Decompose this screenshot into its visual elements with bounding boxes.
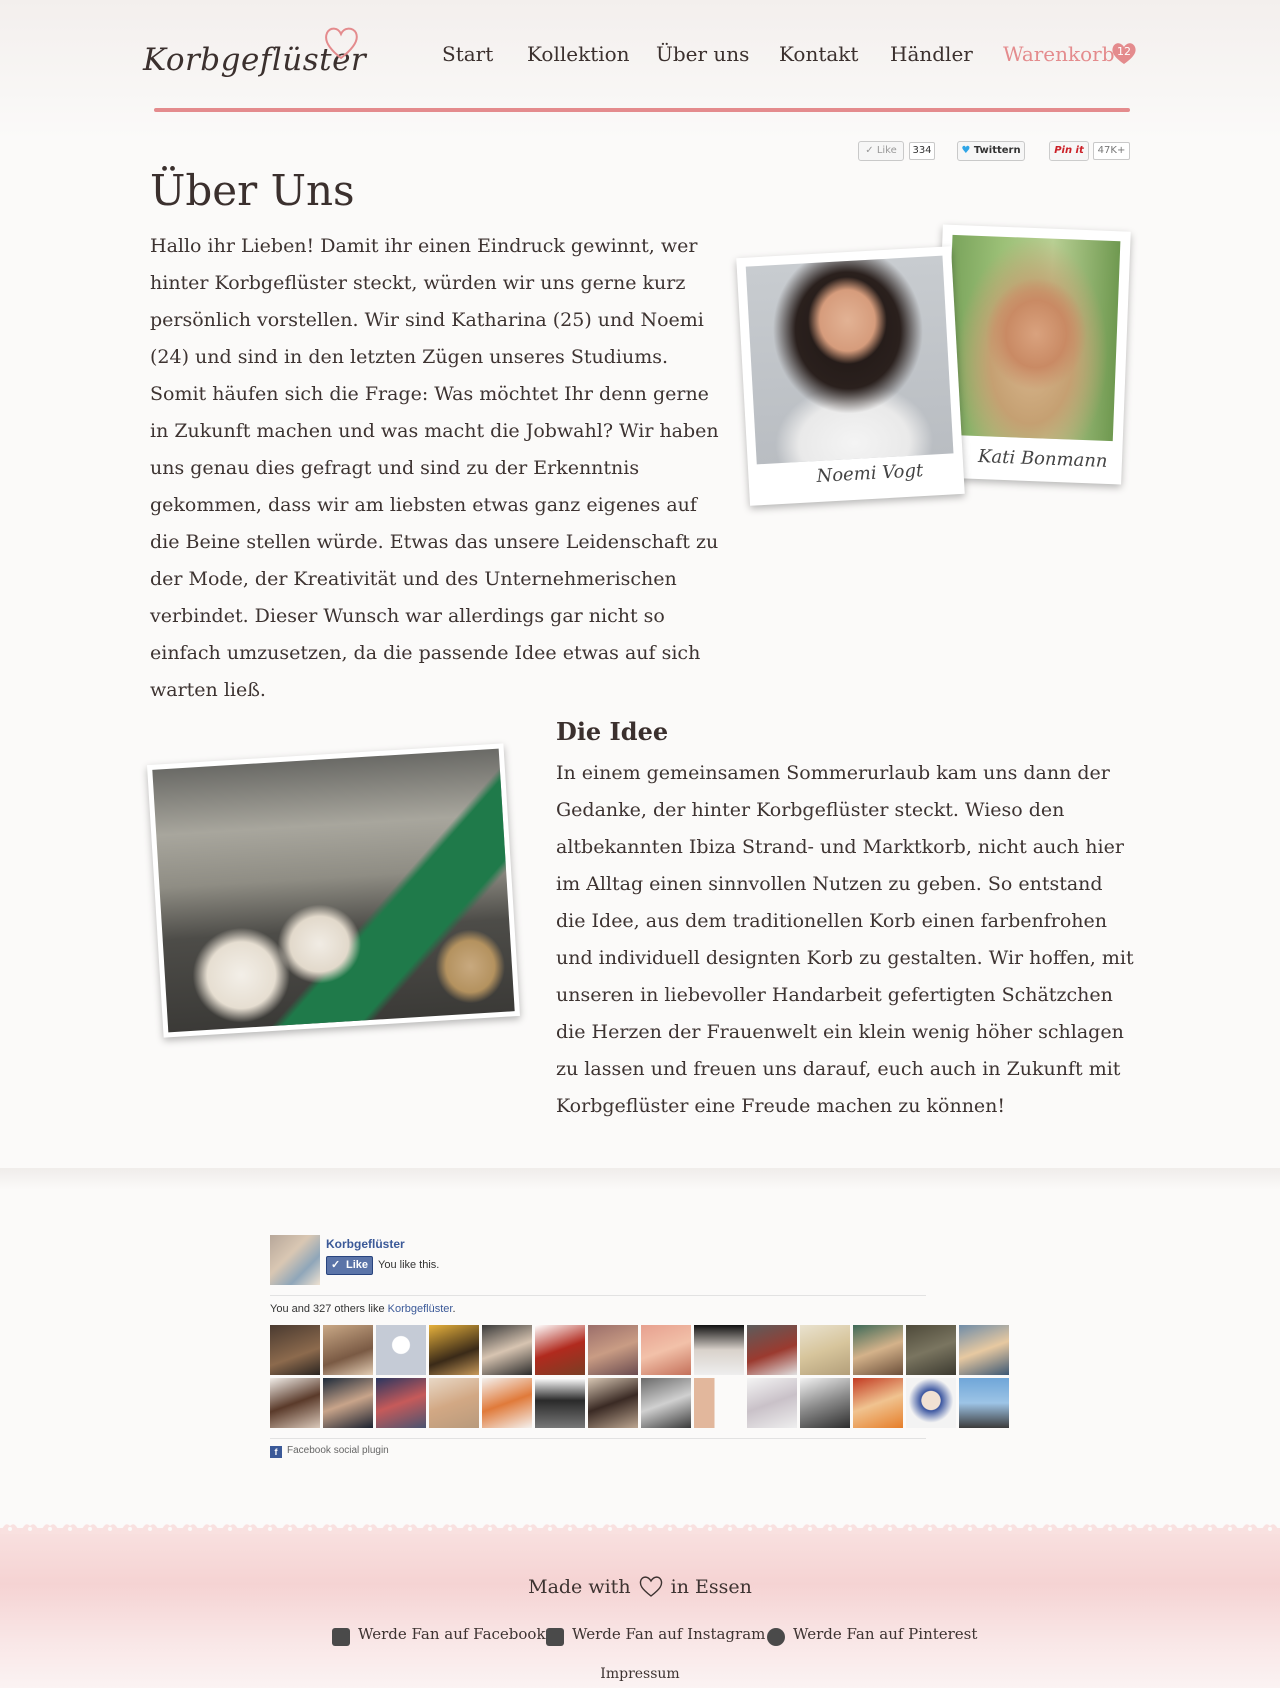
portrait-photo xyxy=(944,234,1121,442)
facebook-like-label: Like xyxy=(876,145,897,156)
intro-text: Hallo ihr Lieben! Damit ihr einen Eindru… xyxy=(150,235,719,701)
fan-avatar[interactable] xyxy=(376,1378,426,1428)
fan-avatar[interactable] xyxy=(906,1378,956,1428)
check-icon: ✓ xyxy=(331,1259,341,1271)
fan-avatar[interactable] xyxy=(800,1378,850,1428)
cart-count-badge[interactable]: 12 xyxy=(1111,41,1137,65)
fan-avatar[interactable] xyxy=(641,1378,691,1428)
pinit-button[interactable]: Pin it xyxy=(1049,141,1089,161)
idea-text: In einem gemeinsamen Sommerurlaub kam un… xyxy=(556,762,1134,1117)
cart-count: 12 xyxy=(1117,45,1131,58)
facebook-icon[interactable] xyxy=(332,1628,350,1646)
facebook-page-name[interactable]: Korbgeflüster xyxy=(326,1237,405,1251)
fan-avatar[interactable] xyxy=(429,1325,479,1375)
facebook-you-like-text: You like this. xyxy=(378,1259,440,1271)
fan-avatar[interactable] xyxy=(270,1378,320,1428)
facebook-like-box-button[interactable]: ✓ Like xyxy=(326,1256,373,1275)
fan-avatar[interactable] xyxy=(588,1378,638,1428)
fan-avatar[interactable] xyxy=(906,1325,956,1375)
site-footer: Made with in Essen Werde Fan auf Faceboo… xyxy=(0,1518,1280,1688)
photo-caption-noemi: Noemi Vogt xyxy=(815,460,924,488)
fan-avatar[interactable] xyxy=(270,1325,320,1375)
footer-instagram-link[interactable]: Werde Fan auf Instagram xyxy=(572,1625,765,1643)
fan-avatar[interactable] xyxy=(800,1325,850,1375)
main-nav: Start Kollektion Über uns Kontakt Händle… xyxy=(0,42,1280,72)
facebook-like-button[interactable]: ✓ Like xyxy=(858,141,904,161)
check-icon: ✓ xyxy=(865,145,874,156)
section-divider xyxy=(0,1168,1280,1190)
fan-avatar[interactable] xyxy=(641,1325,691,1375)
facebook-plugin-text: Facebook social plugin xyxy=(287,1445,389,1456)
made-with-suffix: in Essen xyxy=(670,1576,752,1598)
polaroid-kati: Kati Bonmann xyxy=(933,224,1131,485)
fan-avatar[interactable] xyxy=(694,1378,744,1428)
fan-avatar[interactable] xyxy=(535,1325,585,1375)
footer-impressum-link[interactable]: Impressum xyxy=(0,1666,1280,1682)
twitter-button[interactable]: ♥ Twittern xyxy=(957,141,1025,161)
store-photo xyxy=(152,748,515,1033)
footer-pinterest-link[interactable]: Werde Fan auf Pinterest xyxy=(793,1625,977,1643)
facebook-social-plugin-label[interactable]: f Facebook social plugin xyxy=(270,1445,389,1458)
facebook-like-box: Korbgeflüster ✓ Like You like this. You … xyxy=(270,1233,1009,1463)
facebook-fan-faces xyxy=(270,1325,1010,1429)
fan-avatar[interactable] xyxy=(747,1325,797,1375)
facebook-like-box-button-label: Like xyxy=(345,1259,368,1271)
pinit-count: 47K+ xyxy=(1093,142,1130,160)
header-divider xyxy=(154,108,1130,112)
footer-facebook-link[interactable]: Werde Fan auf Facebook xyxy=(358,1625,546,1643)
made-with-prefix: Made with xyxy=(528,1576,631,1598)
facebook-likes-prefix: You and 327 others like xyxy=(270,1303,388,1315)
nav-warenkorb[interactable]: Warenkorb xyxy=(1003,42,1115,66)
nav-haendler[interactable]: Händler xyxy=(890,42,973,66)
nav-ueber-uns[interactable]: Über uns xyxy=(656,42,749,66)
facebook-likes-suffix: . xyxy=(452,1303,456,1315)
fan-avatar[interactable] xyxy=(535,1378,585,1428)
pinterest-icon[interactable] xyxy=(767,1628,785,1646)
twitter-bird-icon: ♥ xyxy=(961,145,971,156)
fan-avatar[interactable] xyxy=(482,1325,532,1375)
facebook-likes-summary: You and 327 others like Korbgeflüster. xyxy=(270,1303,456,1315)
divider xyxy=(270,1438,926,1439)
divider xyxy=(270,1295,926,1296)
facebook-page-avatar[interactable] xyxy=(270,1235,320,1285)
instagram-icon[interactable] xyxy=(546,1628,564,1646)
idea-heading: Die Idee xyxy=(556,717,669,746)
page-title: Über Uns xyxy=(150,166,355,215)
fan-avatar[interactable] xyxy=(323,1378,373,1428)
nav-start[interactable]: Start xyxy=(442,42,493,66)
made-with-text: Made with in Essen xyxy=(0,1575,1280,1598)
fan-avatar[interactable] xyxy=(959,1325,1009,1375)
heart-icon xyxy=(639,1576,662,1597)
fan-avatar[interactable] xyxy=(747,1378,797,1428)
fan-avatar[interactable] xyxy=(323,1325,373,1375)
polaroid-store xyxy=(146,743,521,1038)
fan-avatar[interactable] xyxy=(588,1325,638,1375)
facebook-page-link[interactable]: Korbgeflüster xyxy=(388,1303,453,1315)
fan-avatar[interactable] xyxy=(376,1325,426,1375)
fan-avatar[interactable] xyxy=(482,1378,532,1428)
nav-kontakt[interactable]: Kontakt xyxy=(779,42,858,66)
lace-border xyxy=(0,1518,1280,1534)
facebook-like-count: 334 xyxy=(909,142,935,160)
fan-avatar[interactable] xyxy=(429,1378,479,1428)
site-header: Korbgeflüster Start Kollektion Über uns … xyxy=(0,0,1280,120)
fan-avatar[interactable] xyxy=(853,1325,903,1375)
fan-avatar[interactable] xyxy=(959,1378,1009,1428)
polaroid-noemi: Noemi Vogt xyxy=(736,246,965,506)
portrait-photo xyxy=(745,255,954,465)
fan-avatar[interactable] xyxy=(853,1378,903,1428)
fan-avatar[interactable] xyxy=(694,1325,744,1375)
nav-kollektion[interactable]: Kollektion xyxy=(527,42,630,66)
twitter-label: Twittern xyxy=(973,145,1021,156)
photo-caption-kati: Kati Bonmann xyxy=(977,446,1108,472)
facebook-icon: f xyxy=(270,1446,282,1458)
